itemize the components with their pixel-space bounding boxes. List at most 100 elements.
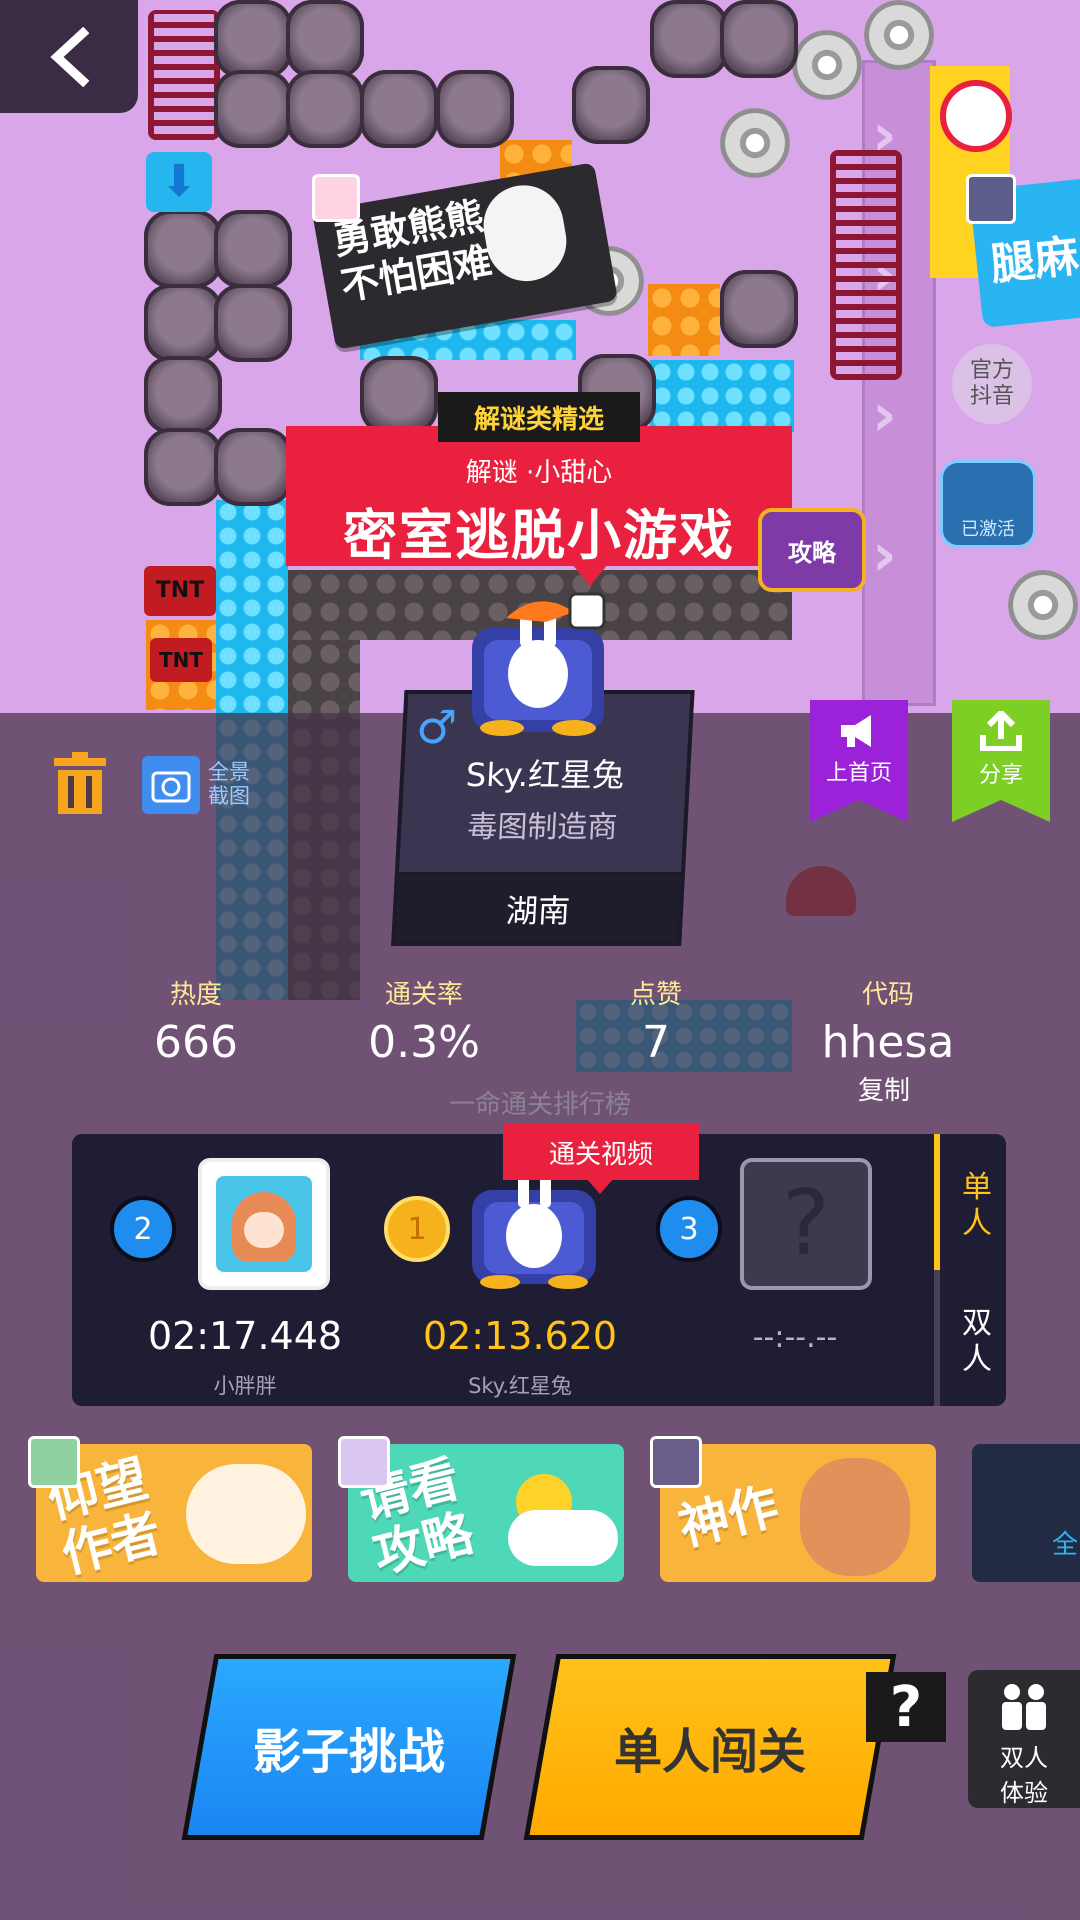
- eye-icon: [940, 80, 1012, 152]
- author-region: 湖南: [504, 892, 571, 930]
- official-douyin-badge[interactable]: 官方 抖音: [952, 344, 1032, 424]
- panorama-screenshot-label: 全景 截图: [208, 760, 250, 808]
- player-name: 小胖胖: [213, 1374, 277, 1398]
- player-avatar[interactable]: [198, 1158, 330, 1290]
- rock-block: [572, 66, 650, 144]
- chevron-right-icon: ›: [872, 520, 897, 590]
- sticker-user-avatar: [966, 174, 1016, 224]
- stat-label: 热度: [169, 980, 222, 1010]
- rank-badge: 2: [110, 1196, 176, 1262]
- rock-block: [286, 70, 364, 148]
- duo-trial-label: 双人: [1000, 1744, 1048, 1772]
- guide-tv-label: 攻略: [788, 538, 836, 567]
- panorama-screenshot-button[interactable]: [142, 756, 200, 814]
- share-upload-icon: [980, 711, 1022, 751]
- empty-player-avatar: ?: [740, 1158, 872, 1290]
- help-button[interactable]: ?: [866, 1672, 946, 1742]
- rock-block: [720, 270, 798, 348]
- level-title: 密室逃脱小游戏: [343, 504, 735, 567]
- author-name: Sky.红星兔: [464, 756, 626, 794]
- duo-trial-label: 体验: [1000, 1779, 1048, 1807]
- flag-tail: [810, 800, 908, 822]
- stat-label: 点赞: [629, 980, 682, 1010]
- camera-icon: [151, 771, 191, 803]
- stat-code: 代码 hhesa: [778, 974, 998, 1068]
- guide-tv-button[interactable]: 攻略: [758, 508, 866, 592]
- rock-block: [360, 70, 438, 148]
- feature-homepage-button[interactable]: 上首页: [810, 700, 908, 826]
- stat-value: 7: [642, 1017, 670, 1068]
- level-code-value: hhesa: [821, 1017, 955, 1068]
- sticker-text: 腿麻: [988, 230, 1080, 291]
- down-arrow-block-icon: ⬇: [146, 152, 212, 212]
- tnt-icon: TNT: [144, 566, 216, 616]
- stat-heat: 热度 666: [86, 974, 306, 1068]
- back-arrow-icon: [50, 26, 90, 87]
- author-title: 毒图制造商: [466, 810, 619, 845]
- stat-clear-rate: 通关率 0.3%: [314, 974, 534, 1068]
- screenshot-label-line: 截图: [208, 784, 250, 808]
- chevron-right-icon: ›: [872, 380, 897, 450]
- question-mark-icon: ?: [782, 1171, 830, 1276]
- spring-icon: [830, 150, 902, 380]
- rock-block: [360, 356, 438, 434]
- solo-play-button[interactable]: 单人闯关: [523, 1654, 897, 1840]
- rock-block: [144, 284, 222, 362]
- duo-trial-button[interactable]: 双人 体验: [968, 1670, 1080, 1808]
- author-avatar[interactable]: [462, 588, 614, 738]
- rock-block: [436, 70, 514, 148]
- activated-badge[interactable]: 已激活: [940, 460, 1036, 548]
- rock-block: [144, 210, 222, 288]
- player-name: Sky.红星兔: [468, 1374, 572, 1398]
- gear-icon: [720, 108, 790, 178]
- flag-tail: [952, 800, 1050, 822]
- clear-video-pointer: [586, 1178, 614, 1194]
- stat-label: 通关率: [384, 980, 463, 1010]
- stat-value: 0.3%: [368, 1017, 480, 1068]
- male-icon: ♂: [416, 700, 458, 754]
- rank-badge-gold: 1: [384, 1196, 450, 1262]
- two-people-icon: [1002, 1684, 1046, 1730]
- gear-icon: [1008, 570, 1078, 640]
- homepage-label: 上首页: [825, 761, 892, 786]
- active-tab-indicator: [934, 1134, 940, 1270]
- screenshot-label-line: 全景: [208, 760, 250, 784]
- rock-block: [214, 0, 292, 78]
- reaction-label: 全: [1052, 1530, 1079, 1560]
- tab-single-player[interactable]: 单人: [952, 1170, 1002, 1242]
- stat-label: 代码: [861, 980, 914, 1010]
- back-button[interactable]: [0, 0, 138, 113]
- official-badge-line2: 抖音: [969, 384, 1014, 409]
- sticker-author-avatar: [312, 174, 360, 222]
- official-badge-line1: 官方: [969, 358, 1014, 383]
- level-title-banner: 解谜 ·小甜心 密室逃脱小游戏: [286, 426, 792, 567]
- player-time: 02:17.448: [147, 1314, 343, 1358]
- rock-block: [650, 0, 728, 78]
- activated-label: 已激活: [961, 519, 1015, 540]
- banner-pointer: [572, 564, 608, 586]
- clear-video-button[interactable]: 通关视频: [503, 1124, 699, 1180]
- tab-two-player[interactable]: 双人: [952, 1306, 1002, 1378]
- gear-icon: [792, 30, 862, 100]
- leaderboard-title: 一命通关排行榜: [448, 1090, 631, 1120]
- level-subtitle: 解谜 ·小甜心: [465, 458, 613, 488]
- rock-block: [144, 356, 222, 434]
- share-button[interactable]: 分享: [952, 700, 1050, 826]
- reaction-all[interactable]: 全: [972, 1444, 1080, 1582]
- spring-icon: [148, 10, 220, 140]
- shadow-challenge-button[interactable]: 影子挑战: [181, 1654, 517, 1840]
- reaction-avatar: [28, 1436, 80, 1488]
- orange-brick: [648, 284, 720, 356]
- solo-play-label: 单人闯关: [613, 1724, 806, 1780]
- delete-button[interactable]: [52, 752, 108, 814]
- rock-block: [144, 428, 222, 506]
- monkey-icon: [800, 1458, 910, 1576]
- category-tag: 解谜类精选: [438, 392, 640, 442]
- rock-block: [720, 0, 798, 78]
- player-time: --:--.--: [752, 1320, 838, 1355]
- player-time: 02:13.620: [422, 1314, 618, 1358]
- reaction-avatar: [650, 1436, 702, 1488]
- face-icon: [244, 1212, 284, 1248]
- rank-badge: 3: [656, 1196, 722, 1262]
- rock-block: [214, 210, 292, 288]
